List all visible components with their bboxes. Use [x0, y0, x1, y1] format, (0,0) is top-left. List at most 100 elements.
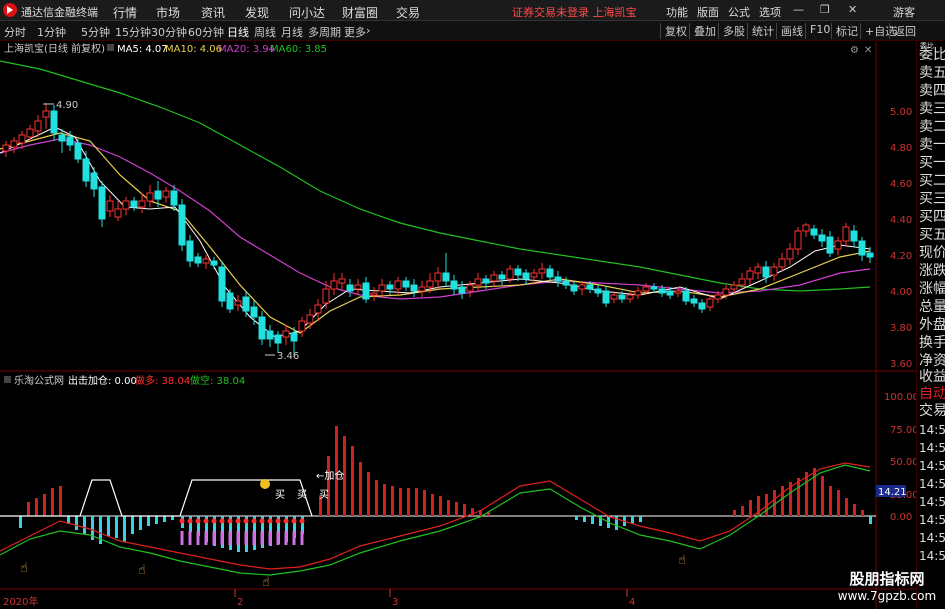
overlay-button[interactable]: 叠加 — [689, 23, 716, 39]
guest-label[interactable]: 游客 — [893, 4, 915, 20]
candle-body — [370, 292, 378, 296]
tab-timeshare[interactable]: 分时 — [4, 24, 26, 40]
menu-ask[interactable]: 问小达 — [289, 4, 325, 21]
candle-body — [546, 268, 554, 278]
indicator-bar — [147, 516, 150, 526]
hand-pointer-icon: ☝ — [20, 561, 28, 576]
buy-arrow-marker — [195, 518, 201, 524]
sidebar-item-0[interactable]: 委比 — [919, 46, 945, 64]
candle-body — [866, 252, 874, 258]
menu-layout[interactable]: 版面 — [697, 4, 719, 20]
sidebar-item-18[interactable]: 收益 — [919, 368, 945, 386]
indicator-bar — [163, 516, 166, 522]
app-title: 通达信金融终端 — [21, 6, 98, 19]
buy-zone-bar — [204, 531, 208, 545]
candle-body — [450, 280, 458, 290]
chart-close-icon[interactable]: ✕ — [864, 45, 872, 56]
indicator-signal: 出击加仓: 0.00 — [68, 374, 137, 387]
legend-toggle-icon[interactable] — [107, 44, 114, 51]
watermark-title: 股朋指标网 — [849, 570, 925, 588]
tab-more[interactable]: 更多 — [344, 24, 366, 40]
candle-body — [346, 284, 354, 292]
indicator-bar — [869, 516, 872, 524]
indicator-bar — [455, 502, 458, 516]
ma60-line — [0, 60, 871, 292]
mark-button[interactable]: 标记 — [831, 23, 858, 39]
f10-button[interactable]: F10 — [805, 23, 830, 39]
sidebar-item-11[interactable]: 现价 — [919, 244, 945, 262]
ma60-label: MA60: 3.85 — [270, 44, 327, 55]
buy-zone-bar — [260, 531, 264, 545]
restore-icon[interactable]: ❐ — [820, 3, 830, 16]
indicator-toggle-icon[interactable] — [4, 376, 11, 383]
sidebar-item-5[interactable]: 卖一 — [919, 136, 945, 154]
y-tick-3.60: 3.60 — [890, 359, 912, 370]
hand-pointer-icon: ☝ — [138, 563, 146, 578]
chevron-right-icon[interactable]: › — [366, 24, 370, 37]
trade-time: 14:56 — [919, 513, 945, 527]
back-button[interactable]: 返回 — [889, 23, 916, 39]
sidebar-item-4[interactable]: 卖二 — [919, 118, 945, 136]
sidebar-item-10[interactable]: 买五 — [919, 226, 945, 244]
buy-zone-bar — [236, 531, 240, 545]
sidebar-item-3[interactable]: 卖三 — [919, 100, 945, 118]
sidebar-item-6[interactable]: 买一 — [919, 154, 945, 172]
indicator-bar — [123, 516, 126, 542]
sidebar-item-2[interactable]: 卖四 — [919, 82, 945, 100]
sidebar-item-16[interactable]: 换手 — [919, 334, 945, 352]
tab-weekly[interactable]: 周线 — [254, 24, 276, 40]
indicator-bar — [631, 516, 634, 524]
indicator-bar — [51, 488, 54, 516]
chart-area[interactable]: 上海凯宝(日线 前复权) MA5: 4.07 MA10: 4.06 MA20: … — [0, 41, 916, 609]
tab-daily[interactable]: 日线 — [227, 24, 249, 40]
menu-quotes[interactable]: 行情 — [113, 4, 137, 21]
buy-arrow-marker — [299, 518, 305, 524]
indicator-bar — [805, 472, 808, 516]
sidebar-item-1[interactable]: 卖五 — [919, 64, 945, 82]
candle-body — [266, 330, 274, 340]
tab-5min[interactable]: 5分钟 — [81, 24, 110, 40]
statistics-button[interactable]: 统计 — [747, 23, 774, 39]
face-icon — [260, 479, 270, 489]
sidebar-item-13[interactable]: 涨幅 — [919, 280, 945, 298]
buy-arrow-marker — [179, 518, 185, 524]
menu-wealth[interactable]: 财富圈 — [342, 4, 378, 21]
trade-login-warning[interactable]: 证券交易未登录 上海凯宝 — [512, 4, 637, 20]
indicator-bar — [733, 510, 736, 516]
menu-discover[interactable]: 发现 — [245, 4, 269, 21]
sidebar-item-14[interactable]: 总量 — [919, 298, 945, 316]
candle-body — [418, 286, 426, 292]
sidebar-item-7[interactable]: 买二 — [919, 172, 945, 190]
draw-line-button[interactable]: 画线 — [776, 23, 803, 39]
restore-rights-button[interactable]: 复权 — [660, 23, 687, 39]
menu-function[interactable]: 功能 — [666, 4, 688, 20]
tab-multi-period[interactable]: 多周期 — [308, 24, 341, 40]
tab-15min[interactable]: 15分钟 — [115, 24, 151, 40]
multi-stock-button[interactable]: 多股 — [718, 23, 745, 39]
menu-options[interactable]: 选项 — [759, 4, 781, 20]
sidebar-item-12[interactable]: 涨跌 — [919, 262, 945, 280]
sidebar-item-15[interactable]: 外盘 — [919, 316, 945, 334]
buy-arrow-marker — [227, 518, 233, 524]
chart-settings-icon[interactable]: ⚙ — [850, 45, 859, 56]
tab-1min[interactable]: 1分钟 — [37, 24, 66, 40]
tab-monthly[interactable]: 月线 — [281, 24, 303, 40]
candle-body — [186, 240, 194, 262]
menu-trade[interactable]: 交易 — [396, 4, 420, 21]
tab-60min[interactable]: 60分钟 — [188, 24, 224, 40]
sidebar-item-9[interactable]: 买四 — [919, 208, 945, 226]
sidebar-item-8[interactable]: 买三 — [919, 190, 945, 208]
candle-body — [794, 230, 802, 250]
buy-zone-bar — [300, 531, 304, 545]
menu-news[interactable]: 资讯 — [201, 4, 225, 21]
minimize-icon[interactable]: — — [793, 3, 804, 16]
buy-arrow-marker — [291, 518, 297, 524]
menu-formula[interactable]: 公式 — [728, 4, 750, 20]
candle-body — [578, 284, 586, 290]
menu-market[interactable]: 市场 — [156, 4, 180, 21]
close-icon[interactable]: ✕ — [848, 3, 857, 16]
tab-30min[interactable]: 30分钟 — [151, 24, 187, 40]
candle-body — [330, 280, 338, 290]
auto-toggle[interactable]: 自动 — [919, 385, 945, 403]
indicator-bar — [583, 516, 586, 522]
